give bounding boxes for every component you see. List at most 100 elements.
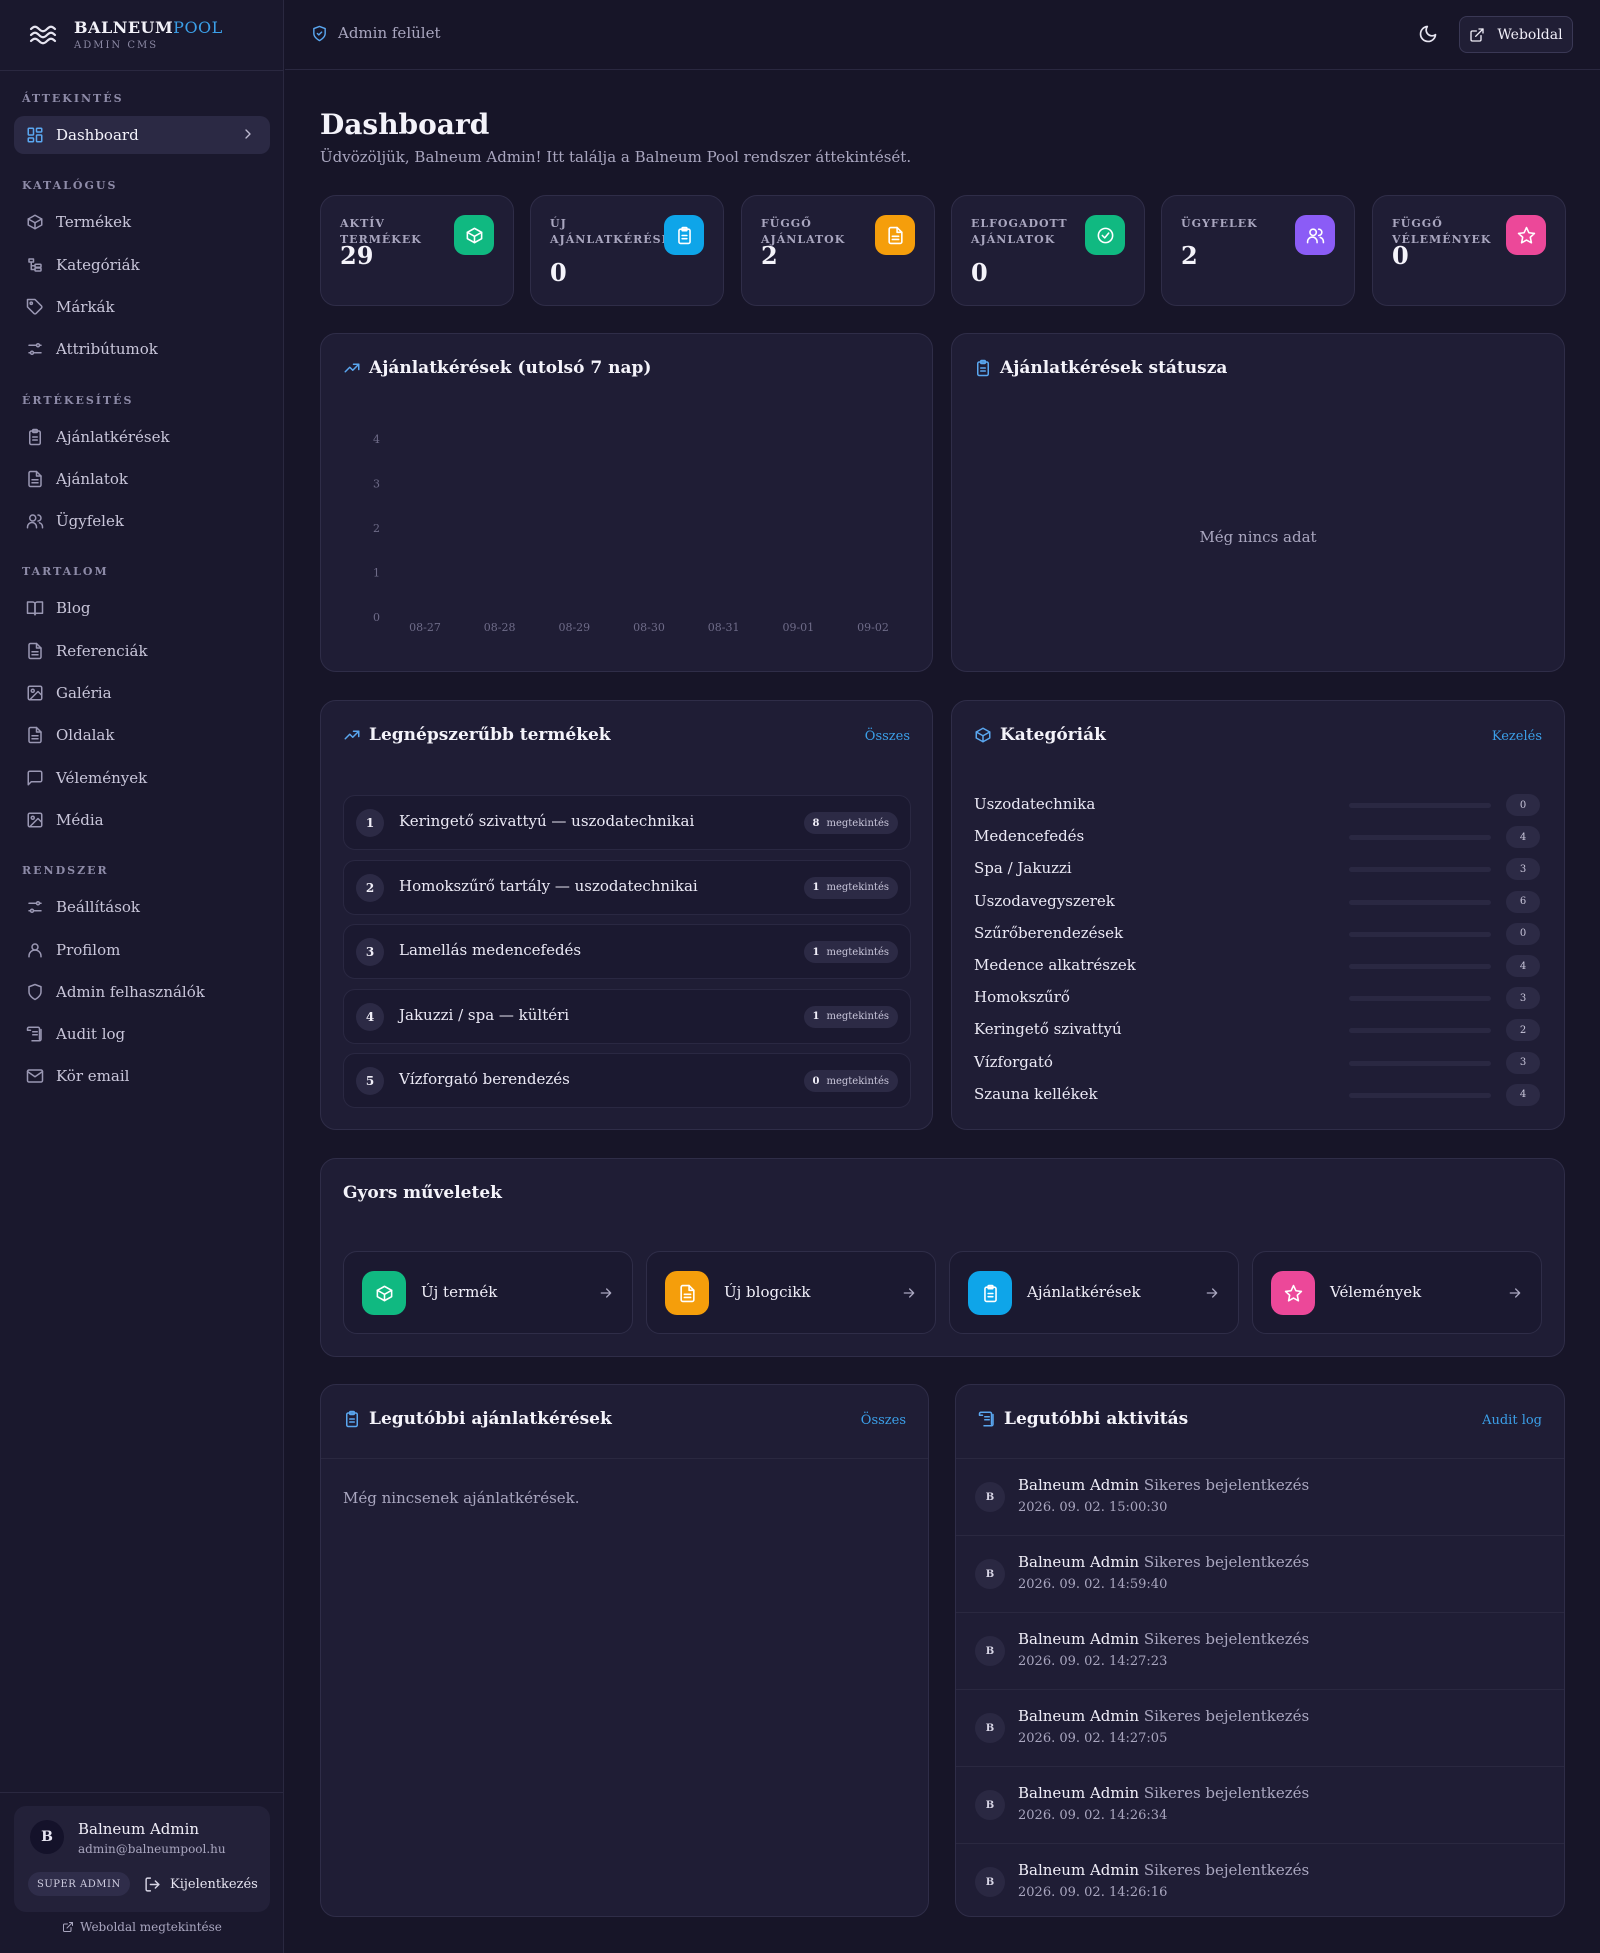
stat-value: 2 [761, 241, 778, 270]
logout-button[interactable]: Kijelentkezés [144, 1872, 258, 1896]
requests-line-chart: 0 1 2 3 4 08-27 08-28 08-29 08-30 08-31 09-01 09-02 [373, 433, 889, 634]
website-button[interactable]: Weboldal [1459, 16, 1573, 53]
category-row[interactable]: Medencefedés 4 [974, 825, 1540, 849]
stat-card[interactable]: AKTÍV TERMÉKEK 29 [320, 195, 514, 306]
quick-action-uj-blogcikk[interactable]: Új blogcikk [646, 1251, 936, 1334]
stat-value: 0 [971, 258, 988, 287]
category-row[interactable]: Homokszűrő 3 [974, 986, 1540, 1010]
sliders-icon [26, 340, 44, 358]
category-row[interactable]: Vízforgató 3 [974, 1051, 1540, 1075]
stat-card[interactable]: ÜGYFELEK 2 [1161, 195, 1355, 306]
product-row[interactable]: 4 Jakuzzi / spa — kültéri 1 megtekintés [343, 988, 911, 1044]
view-site-link[interactable]: Weboldal megtekintése [0, 1920, 284, 1934]
stat-card[interactable]: FÜGGŐ VÉLEMÉNYEK 0 [1372, 195, 1566, 306]
sidebar-item-dashboard[interactable]: Dashboard [14, 116, 270, 154]
view-all-requests-link[interactable]: Összes [861, 1413, 906, 1428]
activity-item[interactable]: B Balneum Admin Sikeres bejelentkezés 2026… [956, 1767, 1564, 1844]
sidebar-item-beallitasok[interactable]: Beállítások [14, 888, 270, 926]
category-row[interactable]: Uszodavegyszerek 6 [974, 890, 1540, 914]
audit-log-link[interactable]: Audit log [1482, 1413, 1542, 1428]
sidebar-item-ajanlatok[interactable]: Ajánlatok [14, 460, 270, 498]
category-row[interactable]: Keringető szivattyú 2 [974, 1018, 1540, 1042]
product-row[interactable]: 1 Keringető szivattyú — uszodatechnikai 8 m… [343, 795, 911, 850]
document-icon [26, 470, 44, 488]
view-all-products-link[interactable]: Összes [865, 729, 910, 744]
logout-icon [144, 1876, 161, 1893]
sidebar-item-label: Referenciák [56, 641, 148, 660]
page-subtitle: Üdvözöljük, Balneum Admin! Itt találja a… [320, 148, 912, 166]
arrow-right-icon [1204, 1285, 1220, 1301]
activity-item[interactable]: B Balneum Admin Sikeres bejelentkezés 2026… [956, 1613, 1564, 1690]
brand[interactable]: BALNEUMPOOL ADMIN CMS [28, 18, 223, 51]
sidebar-item-ajanlatkeresek[interactable]: Ajánlatkérések [14, 418, 270, 456]
waves-logo-icon [29, 25, 57, 44]
sidebar-item-audit-log[interactable]: Audit log [14, 1015, 270, 1053]
sidebar-item-kategoriak[interactable]: Kategóriák [14, 246, 270, 284]
check-circle-icon [1085, 215, 1125, 255]
stat-card[interactable]: ELFOGADOTT AJÁNLATOK 0 [951, 195, 1145, 306]
category-name: Vízforgató [974, 1052, 1053, 1071]
avatar: B [975, 1559, 1005, 1589]
shield-icon [26, 983, 44, 1001]
image-icon [26, 684, 44, 702]
product-row[interactable]: 2 Homokszűrő tartály — uszodatechnikai 1 me… [343, 859, 911, 915]
activity-item[interactable]: B Balneum Admin Sikeres bejelentkezés 2026… [956, 1459, 1564, 1536]
sidebar-item-admin-felhasznalok[interactable]: Admin felhasználók [14, 973, 270, 1011]
sidebar-item-oldalak[interactable]: Oldalak [14, 716, 270, 754]
category-name: Spa / Jakuzzi [974, 859, 1072, 878]
sidebar-item-markak[interactable]: Márkák [14, 288, 270, 326]
quick-action-velemenyek[interactable]: Vélemények [1252, 1251, 1542, 1334]
activity-action: Sikeres bejelentkezés [1143, 1476, 1310, 1494]
x-tick-label: 09-02 [857, 621, 889, 634]
divider [321, 1458, 928, 1459]
category-row[interactable]: Szűrőberendezések 0 [974, 922, 1540, 946]
activity-item[interactable]: B Balneum Admin Sikeres bejelentkezés 2026… [956, 1536, 1564, 1613]
users-icon [1295, 215, 1335, 255]
sidebar-item-profilom[interactable]: Profilom [14, 931, 270, 969]
sidebar-item-blog[interactable]: Blog [14, 589, 270, 627]
dashboard-grid-icon [26, 126, 44, 144]
activity-time: 2026. 09. 02. 14:26:34 [1018, 1808, 1168, 1823]
manage-categories-link[interactable]: Kezelés [1492, 729, 1542, 744]
sidebar-item-label: Márkák [56, 297, 115, 316]
category-row[interactable]: Spa / Jakuzzi 3 [974, 857, 1540, 881]
category-row[interactable]: Uszodatechnika 0 [974, 793, 1540, 817]
activity-action: Sikeres bejelentkezés [1143, 1784, 1310, 1802]
sidebar-item-label: Kategóriák [56, 255, 140, 274]
quick-action-uj-termek[interactable]: Új termék [343, 1251, 633, 1334]
sidebar-item-ugyfelek[interactable]: Ügyfelek [14, 502, 270, 540]
sidebar-item-referenciak[interactable]: Referenciák [14, 632, 270, 670]
sidebar-item-galeria[interactable]: Galéria [14, 674, 270, 712]
stat-card[interactable]: ÚJ AJÁNLATKÉRÉSEK 0 [530, 195, 724, 306]
activity-item[interactable]: B Balneum Admin Sikeres bejelentkezés 2026… [956, 1690, 1564, 1767]
quick-action-ajanlatkeresek[interactable]: Ajánlatkérések [949, 1251, 1239, 1334]
moon-icon[interactable] [1418, 24, 1438, 44]
product-row[interactable]: 3 Lamellás medencefedés 1 megtekintés [343, 924, 911, 979]
sidebar-item-attributumok[interactable]: Attribútumok [14, 330, 270, 368]
box-icon [454, 215, 494, 255]
category-count: 4 [1506, 1083, 1540, 1106]
category-count: 3 [1506, 987, 1540, 1010]
request-status-panel: Ajánlatkérések státusza Még nincs adat [951, 333, 1565, 672]
box-icon [362, 1271, 406, 1315]
y-tick-label: 4 [373, 433, 380, 446]
activity-item[interactable]: B Balneum Admin Sikeres bejelentkezés 2026… [956, 1844, 1564, 1916]
sidebar-item-termekek[interactable]: Termékek [14, 203, 270, 241]
image-icon [26, 811, 44, 829]
category-row[interactable]: Szauna kellékek 4 [974, 1083, 1540, 1107]
star-icon [1271, 1271, 1315, 1315]
quick-action-label: Új termék [421, 1283, 498, 1301]
stat-card[interactable]: FÜGGŐ AJÁNLATOK 2 [741, 195, 935, 306]
sidebar-item-velemenyek[interactable]: Vélemények [14, 759, 270, 797]
panel-title: Gyors műveletek [343, 1183, 502, 1203]
quick-action-label: Új blogcikk [724, 1283, 811, 1301]
sidebar-item-kor-email[interactable]: Kör email [14, 1057, 270, 1095]
stat-value: 0 [1392, 241, 1409, 270]
sidebar-item-label: Audit log [56, 1025, 126, 1044]
sidebar-item-media[interactable]: Média [14, 801, 270, 839]
category-bar [1349, 1092, 1491, 1098]
category-row[interactable]: Medence alkatrészek 4 [974, 954, 1540, 978]
product-row[interactable]: 5 Vízforgató berendezés 0 megtekintés [343, 1053, 911, 1108]
brand-name: BALNEUMPOOL [74, 18, 223, 37]
activity-text: Balneum Admin Sikeres bejelentkezés [1018, 1861, 1309, 1879]
